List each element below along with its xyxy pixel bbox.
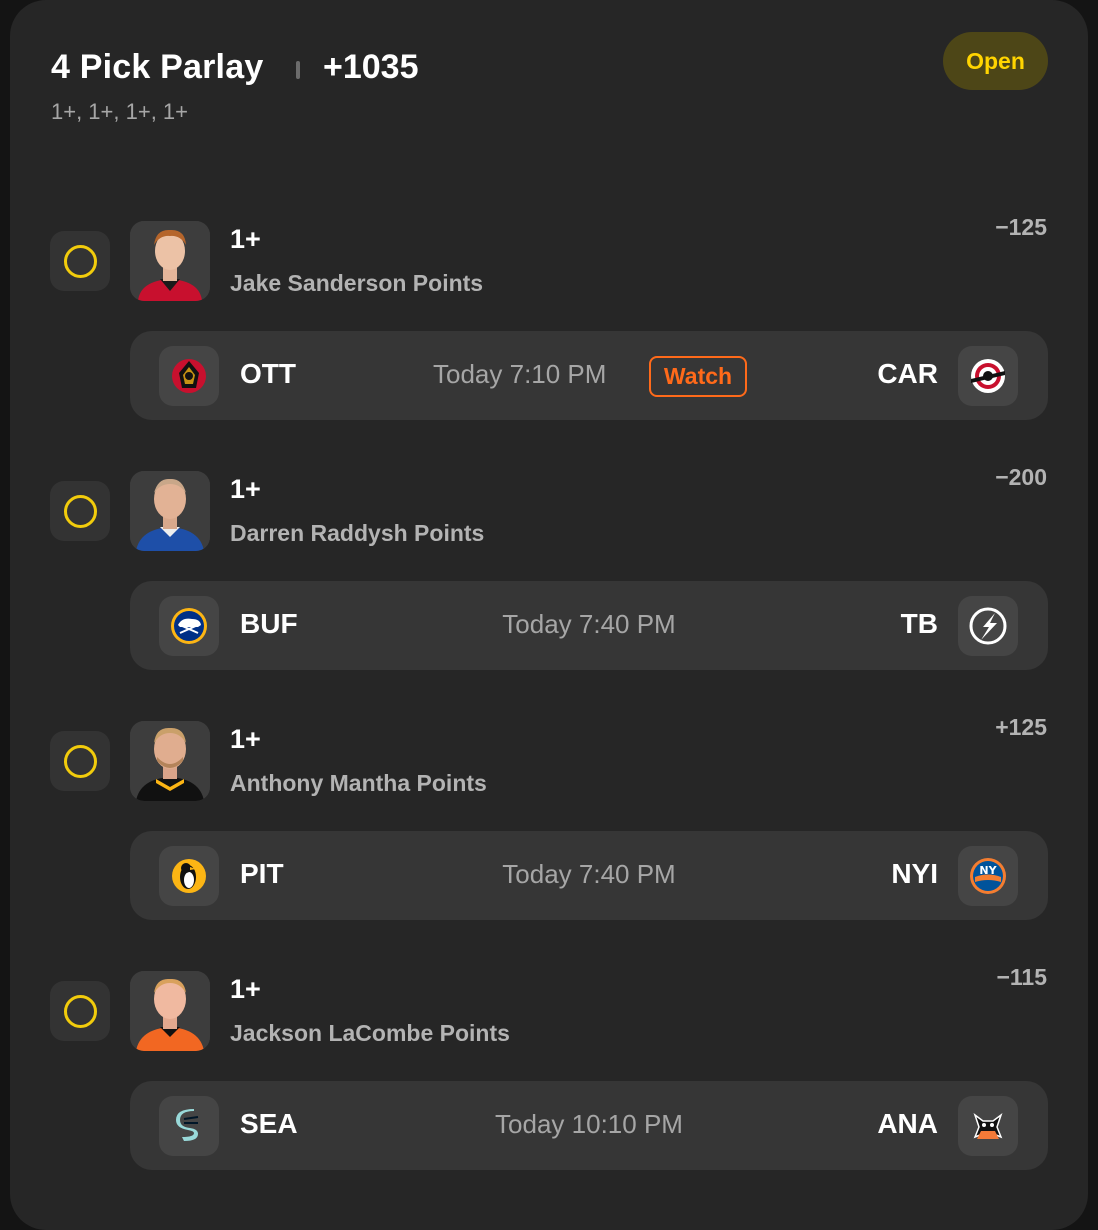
ana-logo-icon — [958, 1096, 1018, 1156]
parlay-lines-summary: 1+, 1+, 1+, 1+ — [51, 99, 189, 124]
pick-line: 1+ — [230, 474, 261, 504]
header-separator — [296, 61, 300, 79]
pick-odds: −115 — [996, 964, 1047, 990]
pick-player-market[interactable]: Anthony Mantha Points — [230, 770, 487, 797]
pending-circle-icon — [63, 744, 97, 778]
parlay-odds: +1035 — [323, 48, 419, 86]
pick-odds: +125 — [995, 714, 1047, 740]
pending-circle-icon — [63, 244, 97, 278]
ott-logo-icon — [159, 346, 219, 406]
pick-line: 1+ — [230, 724, 261, 754]
pick-row[interactable]: 1+ Darren Raddysh Points −200 BUF Today … — [10, 464, 1088, 671]
pick-row[interactable]: 1+ Anthony Mantha Points +125 PIT Today … — [10, 714, 1088, 921]
pick-player-market[interactable]: Darren Raddysh Points — [230, 520, 484, 547]
pick-odds: −125 — [995, 214, 1047, 240]
car-logo-icon — [958, 346, 1018, 406]
pick-line: 1+ — [230, 974, 261, 1004]
pick-player-market[interactable]: Jake Sanderson Points — [230, 270, 483, 297]
home-team: TB — [900, 608, 938, 639]
game-matchup[interactable]: SEA Today 10:10 PM ANA — [130, 1081, 1048, 1170]
game-time: Today 7:10 PM — [433, 359, 607, 389]
pick-line: 1+ — [230, 224, 261, 254]
player-headshot — [130, 221, 210, 301]
pick-row[interactable]: 1+ Jake Sanderson Points −125 OTT Today … — [10, 214, 1088, 421]
pick-status-indicator — [50, 731, 110, 791]
home-team: CAR — [877, 358, 938, 389]
watch-button[interactable]: Watch — [649, 356, 747, 397]
pick-player-market[interactable]: Jackson LaCombe Points — [230, 1020, 510, 1047]
game-matchup[interactable]: OTT Today 7:10 PM Watch CAR — [130, 331, 1048, 420]
svg-text:NY: NY — [979, 864, 997, 877]
pick-status-indicator — [50, 231, 110, 291]
tb-logo-icon — [958, 596, 1018, 656]
away-team: OTT — [240, 358, 296, 389]
pick-status-indicator — [50, 981, 110, 1041]
game-matchup[interactable]: PIT Today 7:40 PM NYI NY — [130, 831, 1048, 920]
pick-row[interactable]: 1+ Jackson LaCombe Points −115 SEA Today… — [10, 964, 1088, 1171]
pending-circle-icon — [63, 994, 97, 1028]
player-headshot — [130, 971, 210, 1051]
parlay-title: 4 Pick Parlay — [51, 48, 264, 86]
pick-status-indicator — [50, 481, 110, 541]
status-badge: Open — [943, 32, 1048, 90]
pick-odds: −200 — [995, 464, 1047, 490]
player-headshot — [130, 471, 210, 551]
game-matchup[interactable]: BUF Today 7:40 PM TB — [130, 581, 1048, 670]
parlay-card[interactable]: 4 Pick Parlay +1035 1+, 1+, 1+, 1+ Open … — [10, 0, 1088, 1230]
player-headshot — [130, 721, 210, 801]
nyi-logo-icon: NY — [958, 846, 1018, 906]
pending-circle-icon — [63, 494, 97, 528]
home-team: ANA — [877, 1108, 938, 1139]
home-team: NYI — [891, 858, 938, 889]
